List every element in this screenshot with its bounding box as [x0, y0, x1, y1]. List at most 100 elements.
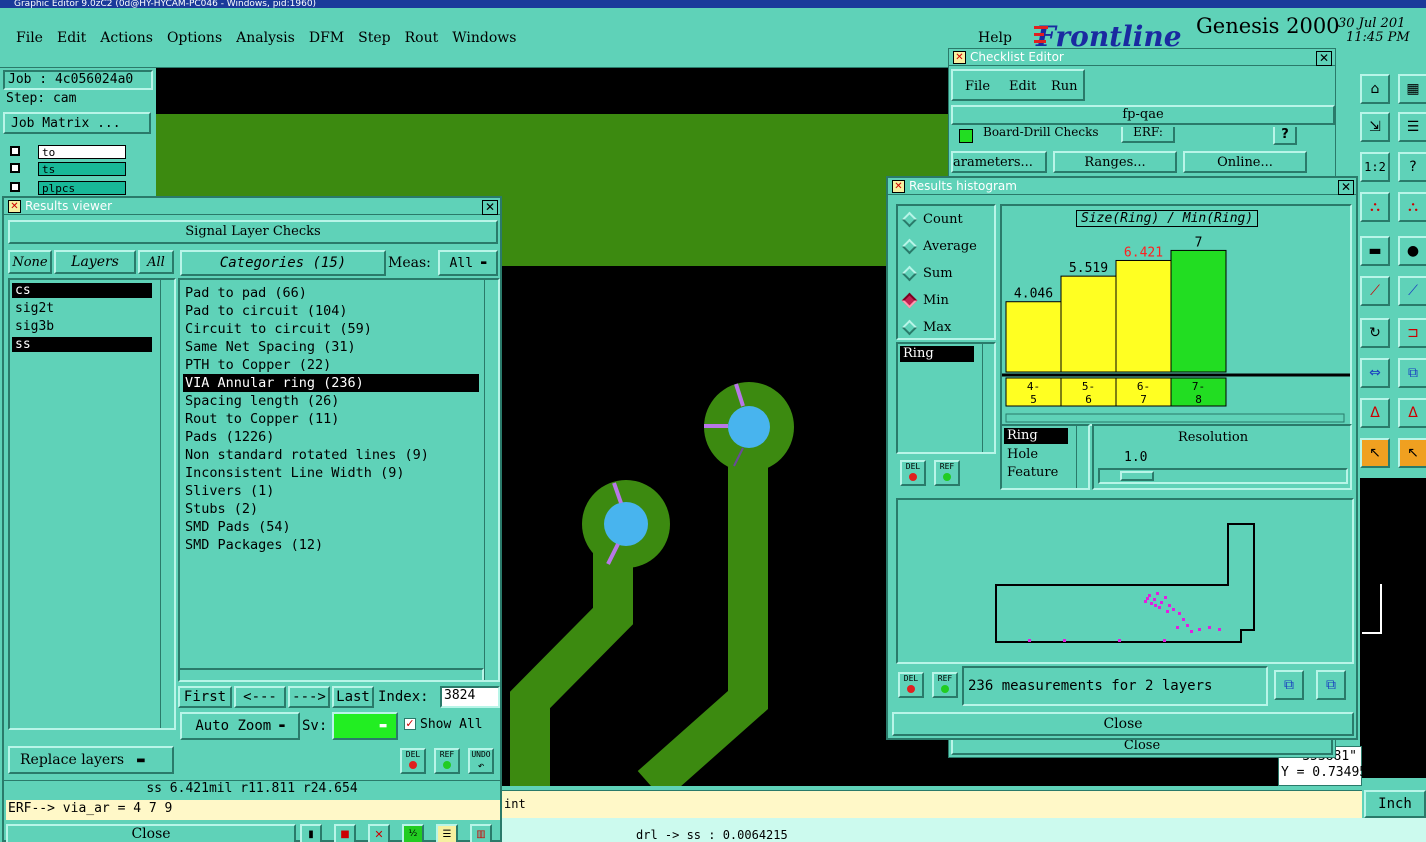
- none-button[interactable]: None: [8, 250, 52, 274]
- next-button[interactable]: --->: [288, 686, 330, 708]
- checklist-row-name[interactable]: Board-Drill Checks: [983, 127, 1099, 139]
- layer-checkbox-ts[interactable]: [10, 163, 20, 173]
- histogram-close-icon[interactable]: ✕: [1338, 180, 1354, 195]
- histogram-del-button[interactable]: DEL: [900, 460, 926, 486]
- map-del-button[interactable]: DEL: [898, 672, 924, 698]
- viewer-close-button[interactable]: Close: [6, 824, 296, 842]
- menu-edit[interactable]: Edit: [57, 30, 86, 46]
- home-icon[interactable]: ⌂: [1360, 74, 1390, 104]
- category-item[interactable]: Pad to pad (66): [183, 284, 479, 302]
- bottom-list-scrollbar[interactable]: [1076, 426, 1088, 488]
- category-item[interactable]: SMD Packages (12): [183, 536, 479, 554]
- delete-icon[interactable]: ✕: [368, 824, 390, 842]
- layer-plpcs[interactable]: plpcs: [38, 181, 126, 195]
- replace-layers-button[interactable]: Replace layers ▬: [8, 746, 174, 774]
- show-all-checkbox[interactable]: ✓: [404, 718, 416, 730]
- ranges-button[interactable]: Ranges...: [1053, 151, 1177, 173]
- parameters-button[interactable]: arameters...: [951, 151, 1047, 173]
- menu-dfm[interactable]: DFM: [309, 30, 344, 46]
- category-item[interactable]: Slivers (1): [183, 482, 479, 500]
- histogram-icon[interactable]: ▥: [470, 824, 492, 842]
- ruler-icon[interactable]: ▬: [1360, 236, 1390, 266]
- category-item[interactable]: Non standard rotated lines (9): [183, 446, 479, 464]
- traffic-light-icon[interactable]: ▮: [300, 824, 322, 842]
- mode-min[interactable]: Min: [901, 292, 949, 309]
- viewer-undo-button[interactable]: UNDO ↶: [468, 748, 494, 774]
- category-item[interactable]: Pad to circuit (104): [183, 302, 479, 320]
- menu-rout[interactable]: Rout: [405, 30, 439, 46]
- half-icon[interactable]: 1:2: [1360, 152, 1390, 182]
- left-list-scrollbar[interactable]: [982, 344, 994, 452]
- pad-icon[interactable]: ●: [1398, 236, 1426, 266]
- checklist-menu-edit[interactable]: Edit: [1009, 79, 1036, 94]
- category-item[interactable]: Spacing length (26): [183, 392, 479, 410]
- mode-average[interactable]: Average: [901, 238, 977, 255]
- category-item[interactable]: Same Net Spacing (31): [183, 338, 479, 356]
- checklist-help-button[interactable]: ?: [1273, 127, 1297, 145]
- layer-to[interactable]: to: [38, 145, 126, 159]
- resolution-slider-thumb[interactable]: [1120, 471, 1154, 481]
- viewer-close-icon[interactable]: ✕: [482, 200, 498, 215]
- erf-button[interactable]: ERF:: [1121, 127, 1175, 143]
- grid-icon[interactable]: ▦: [1398, 74, 1426, 104]
- menu-options[interactable]: Options: [167, 30, 222, 46]
- category-item[interactable]: Pads (1226): [183, 428, 479, 446]
- menu-file[interactable]: File: [16, 30, 43, 46]
- viewer-del-button[interactable]: DEL: [400, 748, 426, 774]
- auto-zoom-select[interactable]: Auto Zoom ▬: [180, 712, 300, 740]
- mode-max[interactable]: Max: [901, 319, 951, 336]
- resolution-slider[interactable]: [1098, 468, 1348, 484]
- viewer-ref-button[interactable]: REF: [434, 748, 460, 774]
- bottom-list-feature[interactable]: Feature: [1007, 465, 1058, 480]
- menu-analysis[interactable]: Analysis: [236, 30, 295, 46]
- sv-color-select[interactable]: ▬: [332, 712, 398, 740]
- units-button[interactable]: Inch: [1364, 790, 1426, 818]
- select-icon[interactable]: ↖: [1360, 438, 1390, 468]
- net2-icon[interactable]: ⛬: [1398, 192, 1426, 222]
- category-item[interactable]: PTH to Copper (22): [183, 356, 479, 374]
- layer-item-cs[interactable]: cs: [12, 283, 152, 298]
- net-icon[interactable]: ⛬: [1360, 192, 1390, 222]
- first-button[interactable]: First: [178, 686, 232, 708]
- command-line[interactable]: int: [500, 790, 1362, 818]
- report-icon[interactable]: ☰: [436, 824, 458, 842]
- copy-icon[interactable]: ⧉: [1398, 358, 1426, 388]
- mode-count[interactable]: Count: [901, 211, 963, 228]
- layer-list-scrollbar[interactable]: [160, 280, 174, 728]
- category-hscroll[interactable]: [178, 668, 484, 682]
- histogram-bar[interactable]: [1170, 249, 1227, 373]
- category-item[interactable]: Stubs (2): [183, 500, 479, 518]
- line2-icon[interactable]: ⟋: [1398, 276, 1426, 306]
- menu-help[interactable]: Help: [978, 30, 1012, 46]
- category-item[interactable]: Circuit to circuit (59): [183, 320, 479, 338]
- layer-item-ss[interactable]: ss: [12, 337, 152, 352]
- window-close-icon[interactable]: ✕: [953, 50, 966, 64]
- layer-checkbox-plpcs[interactable]: [10, 182, 20, 192]
- layer-ts[interactable]: ts: [38, 162, 126, 176]
- layers-button[interactable]: Layers: [54, 250, 136, 274]
- bottom-list-hole[interactable]: Hole: [1007, 447, 1038, 462]
- map-ref-button[interactable]: REF: [932, 672, 958, 698]
- histogram-close-button[interactable]: Close: [892, 712, 1354, 736]
- index-input[interactable]: 3824: [440, 686, 500, 708]
- job-matrix-button[interactable]: Job Matrix ...: [3, 112, 151, 134]
- arc-icon[interactable]: Δ: [1360, 398, 1390, 428]
- help-icon[interactable]: ?: [1398, 152, 1426, 182]
- prev-button[interactable]: <---: [234, 686, 286, 708]
- layer-item-sig2t[interactable]: sig2t: [15, 301, 54, 316]
- shape-icon[interactable]: ⊐: [1398, 318, 1426, 348]
- checklist-menu-file[interactable]: File: [965, 79, 990, 94]
- histogram-bar[interactable]: [1005, 301, 1062, 373]
- zoom-icon[interactable]: ⇲: [1360, 112, 1390, 142]
- category-list-scrollbar[interactable]: [484, 280, 498, 680]
- left-list-ring[interactable]: Ring: [900, 346, 974, 362]
- arc2-icon[interactable]: Δ: [1398, 398, 1426, 428]
- last-button[interactable]: Last: [332, 686, 374, 708]
- layer-item-sig3b[interactable]: sig3b: [15, 319, 54, 334]
- mode-sum[interactable]: Sum: [901, 265, 953, 282]
- move-icon[interactable]: ⇔: [1360, 358, 1390, 388]
- menu-windows[interactable]: Windows: [452, 30, 516, 46]
- histogram-bar[interactable]: [1115, 259, 1172, 373]
- bottom-list-ring[interactable]: Ring: [1004, 428, 1068, 444]
- categories-button[interactable]: Categories (15): [180, 250, 386, 276]
